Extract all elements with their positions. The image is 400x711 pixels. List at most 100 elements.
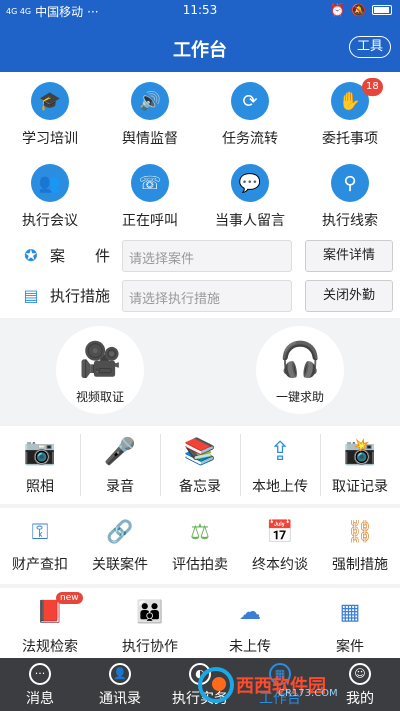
video-evidence-label: 视频取证 [75, 390, 124, 404]
action-label: 财产查扣 [12, 557, 68, 573]
evidence-icon: 📸 [343, 437, 377, 467]
people-icon: 👥 [31, 164, 69, 202]
grid-item-training[interactable]: 🎓 学习培训 [0, 82, 100, 148]
tools-button[interactable]: 工具 [349, 36, 391, 58]
mute-icon: 🔕 [351, 3, 366, 17]
grid-item-party-message[interactable]: 💬 当事人留言 [200, 164, 300, 230]
tab-contacts[interactable]: 👤 通讯录 [80, 658, 160, 711]
action-label: 强制措施 [332, 557, 388, 573]
tool-memo[interactable]: 📚 备忘录 [160, 434, 240, 496]
tool-record[interactable]: 🎤 录音 [80, 434, 160, 496]
link-icon: 🔗 [106, 520, 134, 545]
page-title: 工作台 [173, 40, 227, 61]
case-detail-button[interactable]: 案件详情 [305, 240, 393, 272]
auction-icon: ⚖ [190, 520, 210, 545]
feature-grid: 🎓 学习培训 🔊 舆情监督 ⟳ 任务流转 ✋ 18 委托事项 👥 执行会议 ☏ … [0, 72, 400, 238]
tab-label: 通讯录 [99, 691, 141, 707]
document-check-icon: ▤ [23, 286, 39, 305]
contacts-icon: 👤 [109, 663, 131, 685]
measure-select[interactable]: 请选择执行措施 [122, 280, 292, 312]
tool-label: 照相 [26, 479, 54, 495]
feature-not-uploaded[interactable]: ☁ 未上传 [200, 598, 300, 656]
tab-messages[interactable]: ··· 消息 [0, 658, 80, 711]
grid-item-label: 委托事项 [322, 131, 378, 147]
battery-icon [372, 5, 392, 15]
case-select[interactable]: 请选择案件 [122, 240, 292, 272]
divider [320, 434, 321, 496]
divider [240, 434, 241, 496]
grid-item-delegated[interactable]: ✋ 18 委托事项 [300, 78, 400, 148]
grid-item-label: 执行线索 [322, 213, 378, 229]
grid-item-meeting[interactable]: 👥 执行会议 [0, 164, 100, 230]
grid-item-task-flow[interactable]: ⟳ 任务流转 [200, 82, 300, 148]
action-final-talk[interactable]: 📅 终本约谈 [240, 518, 320, 574]
feature-label: 未上传 [229, 639, 271, 655]
grid-item-calling[interactable]: ☏ 正在呼叫 [100, 164, 200, 230]
new-badge: new [56, 592, 83, 604]
grid-item-label: 学习培训 [22, 131, 78, 147]
action-label: 终本约谈 [252, 557, 308, 573]
close-fieldwork-button[interactable]: 关闭外勤 [305, 280, 393, 312]
tool-photo[interactable]: 📷 照相 [0, 434, 80, 496]
cloud-icon: ☁ [239, 600, 261, 625]
phone-icon: ☏ [131, 164, 169, 202]
tool-label: 取证记录 [332, 479, 388, 495]
tool-label: 备忘录 [179, 479, 221, 495]
tools-row: 📷 照相 🎤 录音 📚 备忘录 ⇪ 本地上传 📸 取证记录 [0, 426, 400, 504]
app-header: 工作台 工具 [0, 22, 400, 72]
feature-label: 案件 [336, 639, 364, 655]
watermark-logo-icon [198, 666, 234, 703]
action-property-seizure[interactable]: ⚿ 财产查扣 [0, 518, 80, 574]
bottom-feature-row: 📕 new 法规检索 👪 执行协作 ☁ 未上传 ▦ 案件 [0, 588, 400, 658]
grid-item-label: 舆情监督 [122, 131, 178, 147]
tool-label: 本地上传 [252, 479, 308, 495]
graduation-cap-icon: 🎓 [31, 82, 69, 120]
action-related-case[interactable]: 🔗 关联案件 [80, 518, 160, 574]
shield-star-icon: ✪ [24, 246, 38, 265]
grid-item-label: 任务流转 [222, 131, 278, 147]
clue-icon: ⚲ [331, 164, 369, 202]
case-label: 案 件 [50, 247, 111, 265]
feature-law-search[interactable]: 📕 new 法规检索 [0, 592, 100, 656]
microphone-icon: 🎤 [103, 437, 137, 467]
feature-cases[interactable]: ▦ 案件 [300, 598, 400, 656]
grid-item-label: 正在呼叫 [122, 213, 178, 229]
team-icon: 👪 [136, 600, 164, 625]
action-auction[interactable]: ⚖ 评估拍卖 [160, 518, 240, 574]
action-enforcement[interactable]: ⛓ 强制措施 [320, 518, 400, 574]
video-camera-icon: 🎥 [79, 340, 122, 380]
tool-evidence-record[interactable]: 📸 取证记录 [320, 434, 400, 496]
upload-icon: ⇪ [269, 437, 291, 467]
grid-item-label: 当事人留言 [215, 213, 285, 229]
video-evidence-button[interactable]: 🎥 视频取证 [56, 326, 144, 414]
feature-label: 执行协作 [122, 639, 178, 655]
camera-icon: 📷 [23, 437, 57, 467]
case-form: ✪ 案 件 请选择案件 案件详情 ▤ 执行措施 请选择执行措施 关闭外勤 [0, 234, 400, 318]
grid-item-public-opinion[interactable]: 🔊 舆情监督 [100, 82, 200, 148]
grid-icon: ▦ [339, 600, 361, 625]
grid-item-label: 执行会议 [22, 213, 78, 229]
action-label: 关联案件 [92, 557, 148, 573]
one-click-help-label: 一键求助 [275, 390, 324, 404]
action-row: ⚿ 财产查扣 🔗 关联案件 ⚖ 评估拍卖 📅 终本约谈 ⛓ 强制措施 [0, 508, 400, 584]
one-click-help-button[interactable]: 🎧 一键求助 [256, 326, 344, 414]
divider [160, 434, 161, 496]
action-label: 评估拍卖 [172, 557, 228, 573]
divider [80, 434, 81, 496]
grid-item-clues[interactable]: ⚲ 执行线索 [300, 164, 400, 230]
feature-label: 法规检索 [22, 639, 78, 655]
quick-actions: 🎥 视频取证 🎧 一键求助 [0, 318, 400, 422]
talk-icon: 📅 [266, 520, 294, 545]
handcuff-icon: ⛓ [346, 520, 374, 545]
site-watermark: 西西软件园 CR173.COM [196, 658, 396, 711]
measure-label: 执行措施 [50, 287, 111, 305]
case-row: ✪ 案 件 请选择案件 案件详情 [0, 236, 400, 276]
feature-cooperation[interactable]: 👪 执行协作 [100, 598, 200, 656]
message-icon: ··· [29, 663, 51, 685]
alarm-icon: ⏰ [330, 3, 346, 17]
unread-badge: 18 [362, 78, 383, 96]
tool-local-upload[interactable]: ⇪ 本地上传 [240, 434, 320, 496]
status-bar: 4G 4G 中国移动 ··· 11:53 ⏰ 🔕 [0, 0, 400, 22]
headset-icon: 🎧 [279, 340, 322, 380]
watermark-site: CR173.COM [278, 688, 338, 699]
